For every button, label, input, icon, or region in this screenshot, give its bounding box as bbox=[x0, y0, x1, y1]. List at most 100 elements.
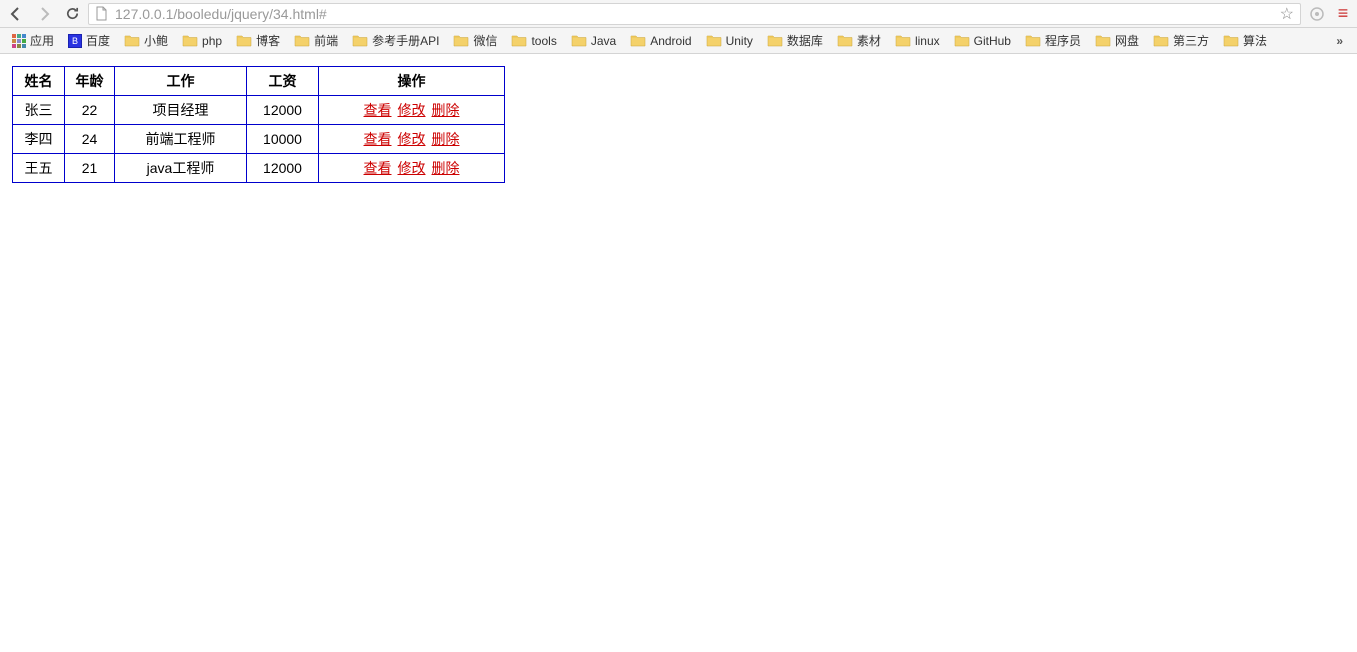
bookmark-label: 算法 bbox=[1243, 32, 1267, 49]
url-text: 127.0.0.1/booledu/jquery/34.html# bbox=[115, 6, 1274, 22]
page-content: 姓名 年龄 工作 工资 操作 张三22项目经理12000查看修改删除李四24前端… bbox=[0, 54, 1357, 195]
bookmark-folder[interactable]: Java bbox=[565, 32, 622, 50]
edit-link[interactable]: 修改 bbox=[398, 102, 426, 118]
edit-link[interactable]: 修改 bbox=[398, 131, 426, 147]
extension-icon[interactable] bbox=[1305, 2, 1329, 26]
cell-name: 李四 bbox=[13, 125, 65, 154]
delete-link[interactable]: 删除 bbox=[432, 160, 460, 176]
cell-action: 查看修改删除 bbox=[319, 125, 505, 154]
bookmark-label: 数据库 bbox=[787, 32, 823, 49]
bookmark-label: Java bbox=[591, 34, 616, 48]
folder-icon bbox=[236, 34, 252, 47]
bookmark-label: linux bbox=[915, 34, 940, 48]
bookmark-label: 素材 bbox=[857, 32, 881, 49]
table-row: 李四24前端工程师10000查看修改删除 bbox=[13, 125, 505, 154]
bookmarks-overflow[interactable]: » bbox=[1328, 34, 1351, 48]
bookmark-folder[interactable]: linux bbox=[889, 32, 946, 50]
folder-icon bbox=[767, 34, 783, 47]
folder-icon bbox=[630, 34, 646, 47]
cell-job: 前端工程师 bbox=[115, 125, 247, 154]
bookmark-folder[interactable]: 网盘 bbox=[1089, 30, 1145, 51]
baidu-icon: B bbox=[68, 34, 82, 48]
folder-icon bbox=[1095, 34, 1111, 47]
folder-icon bbox=[837, 34, 853, 47]
folder-icon bbox=[1223, 34, 1239, 47]
header-action: 操作 bbox=[319, 67, 505, 96]
folder-icon bbox=[453, 34, 469, 47]
view-link[interactable]: 查看 bbox=[364, 102, 392, 118]
bookmark-folder[interactable]: 前端 bbox=[288, 30, 344, 51]
cell-action: 查看修改删除 bbox=[319, 154, 505, 183]
apps-icon bbox=[12, 34, 26, 48]
folder-icon bbox=[182, 34, 198, 47]
bookmark-star-icon[interactable]: ☆ bbox=[1280, 4, 1294, 24]
folder-icon bbox=[954, 34, 970, 47]
bookmark-label: 百度 bbox=[86, 32, 110, 49]
folder-icon bbox=[706, 34, 722, 47]
folder-icon bbox=[1025, 34, 1041, 47]
url-bar[interactable]: 127.0.0.1/booledu/jquery/34.html# ☆ bbox=[88, 3, 1301, 25]
folder-icon bbox=[124, 34, 140, 47]
bookmark-folder[interactable]: Android bbox=[624, 32, 697, 50]
back-button[interactable] bbox=[4, 2, 28, 26]
cell-name: 王五 bbox=[13, 154, 65, 183]
cell-age: 24 bbox=[65, 125, 115, 154]
folder-icon bbox=[352, 34, 368, 47]
bookmark-label: 小鲍 bbox=[144, 32, 168, 49]
bookmark-folder[interactable]: 第三方 bbox=[1147, 30, 1215, 51]
bookmark-folder[interactable]: tools bbox=[505, 32, 562, 50]
reload-button[interactable] bbox=[60, 2, 84, 26]
delete-link[interactable]: 删除 bbox=[432, 102, 460, 118]
bookmark-folder[interactable]: 算法 bbox=[1217, 30, 1273, 51]
header-name: 姓名 bbox=[13, 67, 65, 96]
bookmark-folder[interactable]: 数据库 bbox=[761, 30, 829, 51]
chrome-menu-icon[interactable]: ≡ bbox=[1333, 3, 1353, 24]
bookmark-label: 微信 bbox=[473, 32, 497, 49]
bookmark-folder[interactable]: 素材 bbox=[831, 30, 887, 51]
bookmark-folder[interactable]: 博客 bbox=[230, 30, 286, 51]
bookmark-folder[interactable]: 微信 bbox=[447, 30, 503, 51]
table-header-row: 姓名 年龄 工作 工资 操作 bbox=[13, 67, 505, 96]
bookmark-label: 博客 bbox=[256, 32, 280, 49]
cell-job: 项目经理 bbox=[115, 96, 247, 125]
bookmark-folder[interactable]: Unity bbox=[700, 32, 759, 50]
cell-salary: 12000 bbox=[247, 154, 319, 183]
bookmark-folder[interactable]: GitHub bbox=[948, 32, 1017, 50]
data-table: 姓名 年龄 工作 工资 操作 张三22项目经理12000查看修改删除李四24前端… bbox=[12, 66, 505, 183]
bookmark-label: 前端 bbox=[314, 32, 338, 49]
cell-age: 21 bbox=[65, 154, 115, 183]
folder-icon bbox=[511, 34, 527, 47]
bookmark-folder[interactable]: 小鲍 bbox=[118, 30, 174, 51]
bookmark-label: 网盘 bbox=[1115, 32, 1139, 49]
delete-link[interactable]: 删除 bbox=[432, 131, 460, 147]
browser-toolbar: 127.0.0.1/booledu/jquery/34.html# ☆ ≡ bbox=[0, 0, 1357, 28]
bookmark-folder[interactable]: 程序员 bbox=[1019, 30, 1087, 51]
forward-button[interactable] bbox=[32, 2, 56, 26]
bookmark-label: 程序员 bbox=[1045, 32, 1081, 49]
cell-job: java工程师 bbox=[115, 154, 247, 183]
folder-icon bbox=[294, 34, 310, 47]
bookmark-folder[interactable]: php bbox=[176, 32, 228, 50]
view-link[interactable]: 查看 bbox=[364, 131, 392, 147]
bookmark-label: tools bbox=[531, 34, 556, 48]
bookmark-baidu[interactable]: B 百度 bbox=[62, 30, 116, 51]
cell-salary: 10000 bbox=[247, 125, 319, 154]
apps-label: 应用 bbox=[30, 32, 54, 49]
bookmark-label: php bbox=[202, 34, 222, 48]
header-age: 年龄 bbox=[65, 67, 115, 96]
page-icon bbox=[95, 7, 109, 21]
folder-icon bbox=[571, 34, 587, 47]
cell-action: 查看修改删除 bbox=[319, 96, 505, 125]
bookmark-folder[interactable]: 参考手册API bbox=[346, 30, 445, 51]
view-link[interactable]: 查看 bbox=[364, 160, 392, 176]
folder-icon bbox=[1153, 34, 1169, 47]
apps-button[interactable]: 应用 bbox=[6, 30, 60, 51]
bookmark-label: 参考手册API bbox=[372, 32, 439, 49]
table-row: 张三22项目经理12000查看修改删除 bbox=[13, 96, 505, 125]
edit-link[interactable]: 修改 bbox=[398, 160, 426, 176]
cell-age: 22 bbox=[65, 96, 115, 125]
table-row: 王五21java工程师12000查看修改删除 bbox=[13, 154, 505, 183]
bookmark-label: 第三方 bbox=[1173, 32, 1209, 49]
cell-salary: 12000 bbox=[247, 96, 319, 125]
bookmark-label: GitHub bbox=[974, 34, 1011, 48]
